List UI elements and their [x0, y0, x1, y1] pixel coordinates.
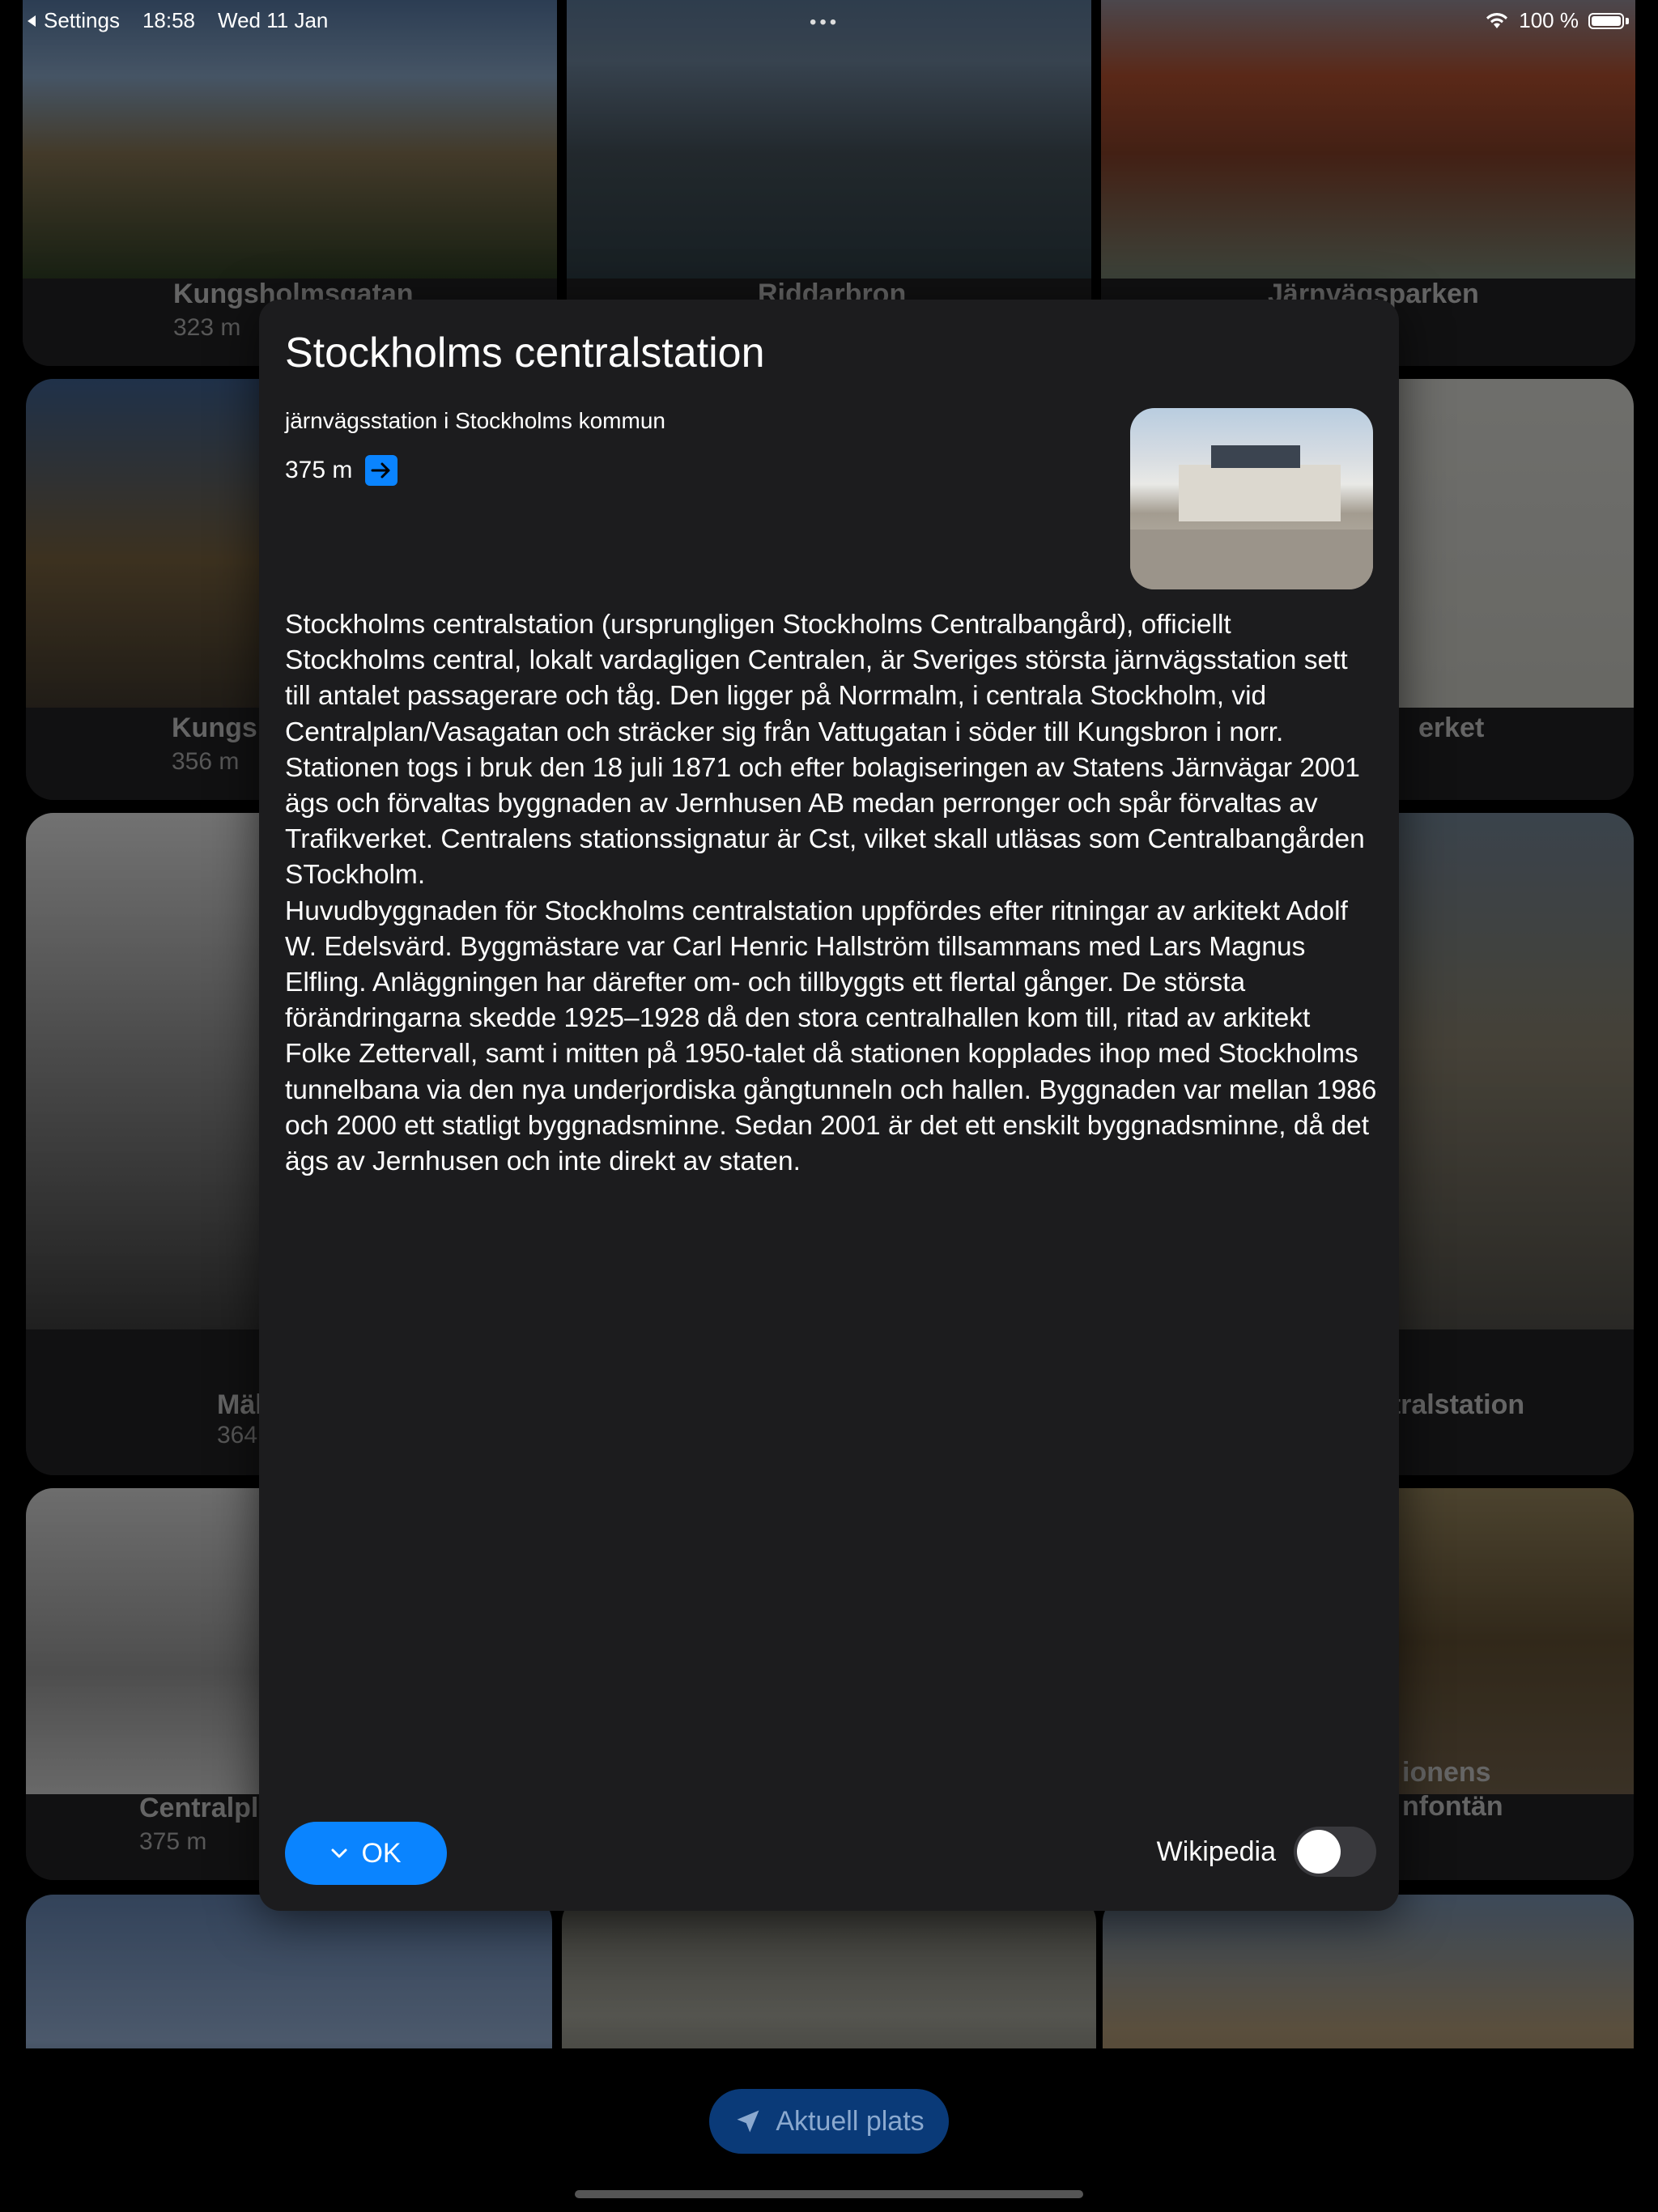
directions-button[interactable]: [365, 455, 398, 486]
home-indicator[interactable]: [575, 2190, 1083, 2198]
description-text: Stockholms centralstation (ursprungligen…: [285, 607, 1378, 1180]
current-location-label: Aktuell plats: [776, 2105, 925, 2137]
wifi-icon: [1486, 12, 1508, 28]
place-detail-sheet: Stockholms centralstation järnvägsstatio…: [259, 300, 1399, 1911]
sheet-title: Stockholms centralstation: [285, 330, 765, 376]
back-to-settings[interactable]: Settings: [26, 8, 120, 33]
status-date: Wed 11 Jan: [218, 8, 329, 32]
arrow-right-icon: [371, 462, 390, 479]
distance-row: 375 m: [285, 455, 398, 486]
ok-button[interactable]: OK: [285, 1822, 447, 1885]
sheet-subtitle: järnvägsstation i Stockholms kommun: [285, 408, 665, 433]
status-time: 18:58: [142, 8, 196, 32]
current-location-button[interactable]: Aktuell plats: [709, 2089, 949, 2154]
wikipedia-toggle-row: Wikipedia: [1157, 1827, 1376, 1877]
wikipedia-toggle[interactable]: [1294, 1827, 1376, 1877]
toggle-knob: [1297, 1830, 1341, 1874]
back-triangle-icon: [28, 15, 36, 27]
back-label: Settings: [44, 8, 120, 32]
status-bar: Settings 18:58 Wed 11 Jan ••• 100 %: [0, 0, 1658, 37]
battery-percent: 100 %: [1519, 8, 1579, 32]
description-paragraph: Stockholms centralstation (ursprungligen…: [285, 610, 1377, 1177]
ok-label: OK: [361, 1837, 402, 1869]
chevron-down-icon: [331, 1848, 347, 1858]
battery-icon: [1588, 12, 1624, 29]
multitasking-dots-icon[interactable]: •••: [810, 11, 840, 34]
place-thumbnail[interactable]: [1130, 408, 1373, 589]
wikipedia-label: Wikipedia: [1156, 1836, 1276, 1867]
location-arrow-icon: [737, 2110, 759, 2133]
sheet-distance: 375 m: [285, 457, 353, 483]
